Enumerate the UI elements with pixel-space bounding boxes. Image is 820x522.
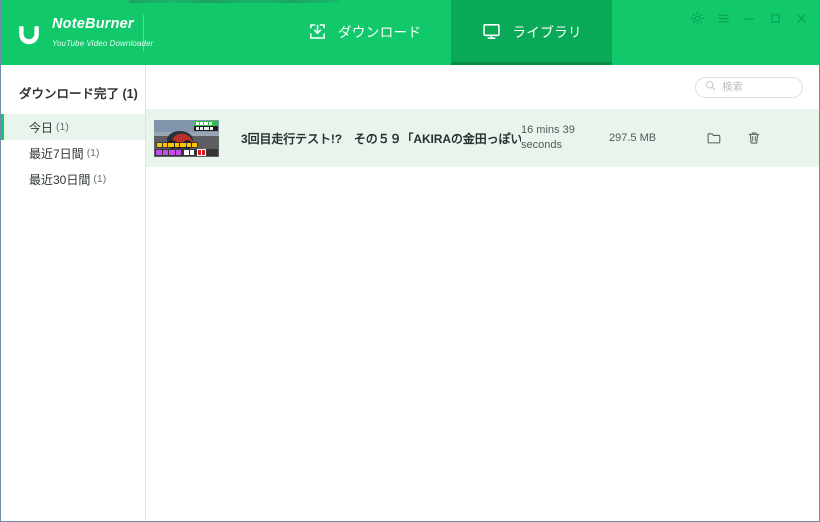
header-divider bbox=[143, 14, 144, 51]
content-area: 3回目走行テスト!? その５９「AKIRAの金田っぽいバイク作るぞ! プロ...… bbox=[146, 65, 819, 520]
folder-icon[interactable] bbox=[705, 129, 723, 147]
app-window: NoteBurner YouTube Video Downloader ダウンロ… bbox=[0, 0, 820, 522]
sidebar-item-last-7-days[interactable]: 最近7日間 (1) bbox=[1, 140, 145, 166]
sidebar-item-count: (1) bbox=[86, 147, 100, 159]
hamburger-menu-icon[interactable] bbox=[711, 8, 735, 28]
sidebar-item-label: 最近7日間 bbox=[29, 146, 84, 161]
window-controls bbox=[685, 8, 813, 28]
monitor-icon bbox=[481, 21, 502, 42]
row-title: 3回目走行テスト!? その５９「AKIRAの金田っぽいバイク作るぞ! プロ... bbox=[241, 131, 521, 146]
main-tabs: ダウンロード ライブラリ bbox=[277, 0, 612, 65]
minimize-icon[interactable] bbox=[737, 8, 761, 28]
sidebar-item-today[interactable]: 今日 (1) bbox=[1, 114, 145, 140]
sidebar-item-label: 最近30日間 bbox=[29, 172, 91, 187]
trash-icon[interactable] bbox=[745, 129, 763, 147]
sidebar-item-last-30-days[interactable]: 最近30日間 (1) bbox=[1, 166, 145, 192]
table-row[interactable]: 3回目走行テスト!? その５９「AKIRAの金田っぽいバイク作るぞ! プロ...… bbox=[146, 109, 819, 167]
search-box[interactable] bbox=[695, 76, 803, 98]
sidebar-title: ダウンロード完了 (1) bbox=[19, 87, 138, 101]
brand-text: NoteBurner YouTube Video Downloader bbox=[52, 15, 153, 51]
download-tray-icon bbox=[307, 21, 328, 42]
brand-tagline: YouTube Video Downloader bbox=[52, 38, 154, 48]
app-header: NoteBurner YouTube Video Downloader ダウンロ… bbox=[1, 0, 819, 65]
app-body: ダウンロード完了 (1) 今日 (1) 最近7日間 (1) 最近30日間 (1) bbox=[1, 65, 819, 520]
brand-name: NoteBurner bbox=[52, 15, 134, 32]
search-icon bbox=[705, 78, 716, 96]
tab-library[interactable]: ライブラリ bbox=[451, 0, 612, 65]
sidebar-item-label: 今日 bbox=[29, 120, 54, 135]
noteburner-heart-download-icon bbox=[15, 19, 43, 47]
sidebar: ダウンロード完了 (1) 今日 (1) 最近7日間 (1) 最近30日間 (1) bbox=[1, 65, 146, 520]
library-list: 3回目走行テスト!? その５９「AKIRAの金田っぽいバイク作るぞ! プロ...… bbox=[146, 109, 819, 520]
brand: NoteBurner YouTube Video Downloader bbox=[1, 0, 153, 65]
search-input[interactable] bbox=[722, 81, 793, 93]
row-size: 297.5 MB bbox=[609, 132, 657, 144]
motorcycle-thumbnail bbox=[154, 119, 219, 157]
sidebar-list: 今日 (1) 最近7日間 (1) 最近30日間 (1) bbox=[1, 114, 145, 192]
close-icon[interactable] bbox=[789, 8, 813, 28]
row-duration: 16 mins 39 seconds bbox=[521, 124, 575, 151]
content-toolbar bbox=[146, 65, 819, 109]
gear-icon[interactable] bbox=[685, 8, 709, 28]
sidebar-item-count: (1) bbox=[56, 121, 69, 133]
tab-download[interactable]: ダウンロード bbox=[277, 0, 451, 65]
maximize-icon[interactable] bbox=[763, 8, 787, 28]
tab-library-label: ライブラリ bbox=[512, 25, 582, 40]
tab-download-label: ダウンロード bbox=[338, 25, 422, 40]
sidebar-item-count: (1) bbox=[93, 173, 107, 185]
row-actions bbox=[705, 129, 819, 147]
